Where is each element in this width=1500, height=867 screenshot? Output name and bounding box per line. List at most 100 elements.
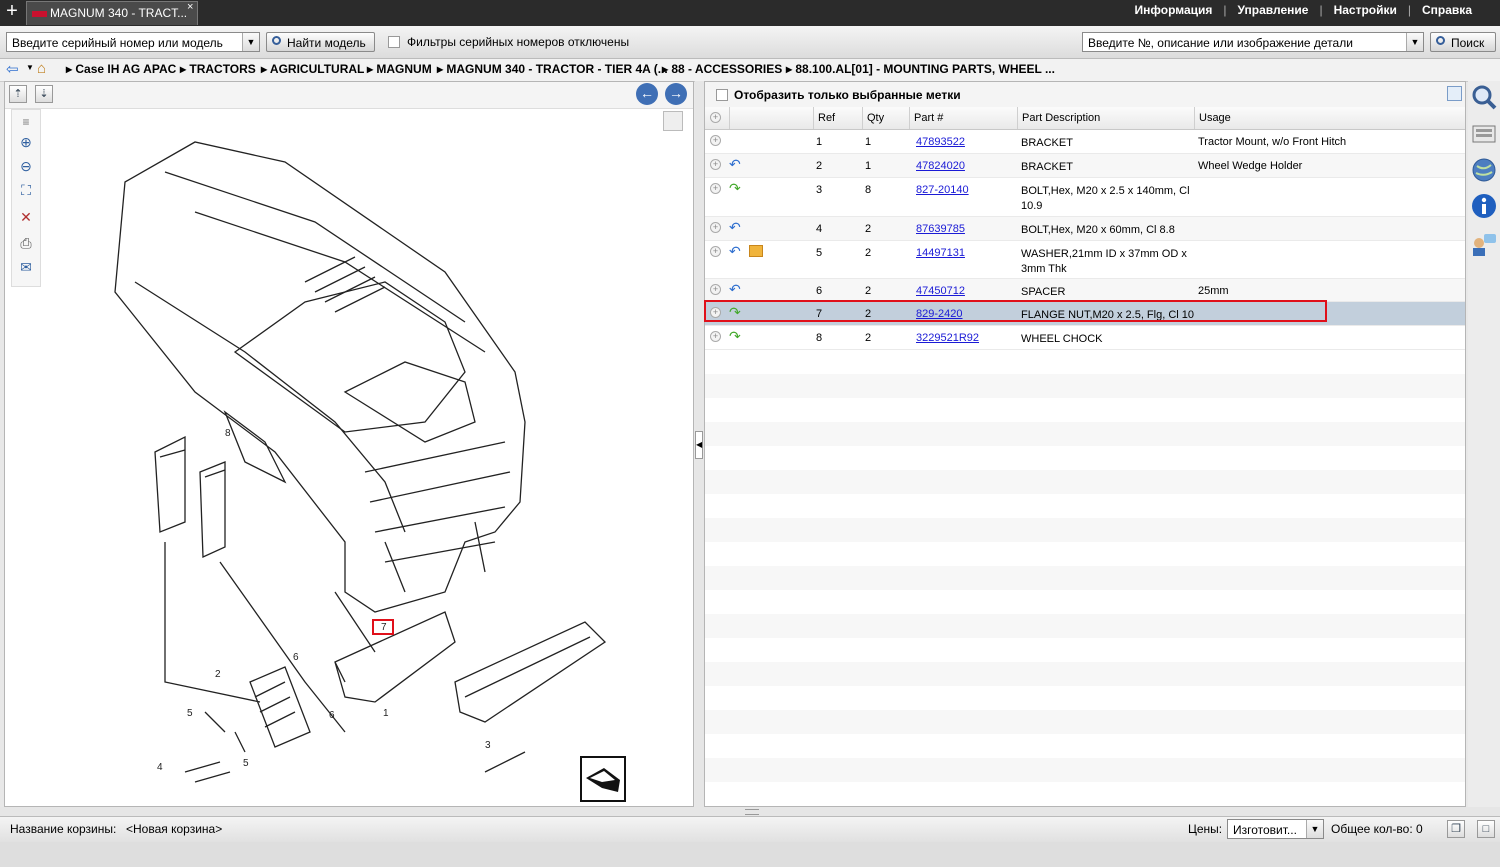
menu-settings[interactable]: Настройки [1334,3,1397,17]
ref-cell: 5 [816,247,823,259]
replaced-part-icon[interactable]: ↶ [729,282,741,296]
cart-name-value[interactable]: <Новая корзина> [126,822,222,836]
column-header-part[interactable]: Part # [909,107,1017,129]
restore-window-icon[interactable]: ❐ [1447,820,1465,838]
serial-filters-checkbox[interactable] [388,36,400,48]
tab-magnum-340[interactable]: MAGNUM 340 - TRACT... × [26,1,198,25]
breadcrumb: ⇦ ▼ ⌂ ▸ Case IH AG APAC ▸ TRACTORS ▸ AGR… [0,59,1500,82]
panel-splitter[interactable]: ◀ [695,81,704,807]
replacement-part-icon[interactable]: ↷ [729,181,741,195]
show-selected-label: Отобразить только выбранные метки [734,88,961,102]
next-page-icon[interactable]: → [665,83,687,105]
expand-icon[interactable]: ⇣ [35,85,53,103]
part-search-input[interactable]: Введите №, описание или изображение дета… [1082,32,1424,52]
breadcrumb-item[interactable]: ▸ 88.100.AL[01] - MOUNTING PARTS, WHEEL … [786,62,1055,76]
maximize-window-icon[interactable]: □ [1477,820,1495,838]
catalog-icon[interactable] [1471,121,1497,147]
email-icon[interactable]: ✉ [17,258,35,276]
search-icon[interactable] [1471,84,1497,110]
breadcrumb-item[interactable]: ▸ 88 - ACCESSORIES [662,62,782,76]
search-toolbar: Введите серийный номер или модель ▼ Найт… [0,26,1500,59]
home-icon[interactable]: ⌂ [37,60,46,77]
part-number-link[interactable]: 87639785 [916,223,965,235]
globe-icon[interactable] [1471,157,1497,183]
add-to-cart-icon[interactable]: + [710,246,721,257]
horizontal-splitter[interactable] [0,807,1500,816]
part-number-link[interactable]: 47450712 [916,285,965,297]
support-chat-icon[interactable] [1471,231,1497,257]
previous-page-icon[interactable]: ← [636,83,658,105]
column-header-qty[interactable]: Qty [862,107,909,129]
orientation-icon [580,756,626,802]
panel-options-icon[interactable] [663,111,683,131]
fit-to-window-icon[interactable]: ⛶ [17,181,35,199]
breadcrumb-item[interactable]: ▸ Case IH AG APAC [66,62,176,76]
replaced-part-icon[interactable]: ↶ [729,220,741,234]
part-number-link[interactable]: 3229521R92 [916,332,979,344]
breadcrumb-item[interactable]: ▸ MAGNUM [367,62,432,76]
part-number-link[interactable]: 14497131 [916,247,965,259]
breadcrumb-item[interactable]: ▸ AGRICULTURAL [261,62,364,76]
empty-grid-area [705,350,1465,806]
collapse-up-icon[interactable]: ⇡ [9,85,27,103]
expand-all-icon[interactable]: + [710,112,721,123]
search-label: Поиск [1451,36,1485,50]
column-chooser-icon[interactable] [1447,86,1462,101]
add-to-cart-icon[interactable]: + [710,159,721,170]
description-cell: WASHER,21mm ID x 37mm OD x 3mm Thk [1021,248,1187,275]
breadcrumb-item[interactable]: ▸ TRACTORS [180,62,256,76]
collapse-left-icon[interactable]: ◀ [695,431,703,459]
serial-model-input[interactable]: Введите серийный номер или модель ▼ [6,32,260,52]
qty-cell: 1 [865,136,872,148]
package-icon[interactable] [749,245,763,257]
part-number-link[interactable]: 47893522 [916,136,965,148]
new-tab-button[interactable]: + [2,1,22,22]
table-row[interactable]: + ↶ 2 1 47824020 BRACKET Wheel Wedge Hol… [705,154,1465,178]
add-to-cart-icon[interactable]: + [710,284,721,295]
add-to-cart-icon[interactable]: + [710,183,721,194]
table-row[interactable]: + ↶ 4 2 87639785 BOLT,Hex, M20 x 60mm, C… [705,217,1465,241]
add-to-cart-icon[interactable]: + [710,222,721,233]
prices-select[interactable]: Изготовит... ▼ [1227,819,1324,839]
column-header-usage[interactable]: Usage [1194,107,1465,129]
parts-list-header: Отобразить только выбранные метки [705,82,1465,108]
add-to-cart-icon[interactable]: + [710,135,721,146]
chevron-down-icon[interactable]: ▼ [26,63,34,72]
column-header-ref[interactable]: Ref [813,107,862,129]
table-row[interactable]: + ↶ 6 2 47450712 SPACER 25mm [705,279,1465,302]
serial-filters-label: Фильтры серийных номеров отключены [407,35,630,49]
back-arrow-icon[interactable]: ⇦ [6,60,19,78]
add-to-cart-icon[interactable]: + [710,331,721,342]
table-row[interactable]: + ↷ 8 2 3229521R92 WHEEL CHOCK [705,326,1465,350]
column-header-description[interactable]: Part Description [1017,107,1194,129]
close-tab-icon[interactable]: × [187,1,193,13]
print-icon[interactable]: ⎙ [17,234,35,252]
table-row[interactable]: + ↶ 5 2 14497131 WASHER,21mm ID x 37mm O… [705,241,1465,279]
chevron-down-icon[interactable]: ▼ [242,33,259,51]
zoom-out-icon[interactable]: ⊖ [17,157,35,175]
menu-management[interactable]: Управление [1238,3,1309,17]
table-row[interactable]: + 1 1 47893522 BRACKET Tractor Mount, w/… [705,130,1465,154]
usage-cell: 25mm [1198,285,1229,297]
menu-help[interactable]: Справка [1422,3,1472,17]
diagram-callout: 5 [243,758,249,769]
part-number-link[interactable]: 47824020 [916,160,965,172]
find-model-button[interactable]: Найти модель [266,32,375,52]
table-row[interactable]: + ↷ 3 8 827-20140 BOLT,Hex, M20 x 2.5 x … [705,178,1465,217]
ref-cell: 3 [816,184,823,196]
menu-info[interactable]: Информация [1135,3,1213,17]
chevron-down-icon[interactable]: ▼ [1306,820,1323,838]
info-icon[interactable] [1471,193,1497,219]
replacement-part-icon[interactable]: ↷ [729,329,741,343]
part-number-link[interactable]: 827-20140 [916,184,969,196]
zoom-in-icon[interactable]: ⊕ [17,133,35,151]
search-button[interactable]: Поиск [1430,32,1496,52]
title-bar: + MAGNUM 340 - TRACT... × Информация | У… [0,0,1500,26]
replaced-part-icon[interactable]: ↶ [729,244,741,258]
clear-selection-icon[interactable]: ✕ [17,208,35,226]
diagram-callout: 6 [293,652,299,663]
show-selected-checkbox[interactable] [716,89,728,101]
chevron-down-icon[interactable]: ▼ [1406,33,1423,51]
breadcrumb-item[interactable]: ▸ MAGNUM 340 - TRACTOR - TIER 4A (... [437,62,668,76]
replaced-part-icon[interactable]: ↶ [729,157,741,171]
